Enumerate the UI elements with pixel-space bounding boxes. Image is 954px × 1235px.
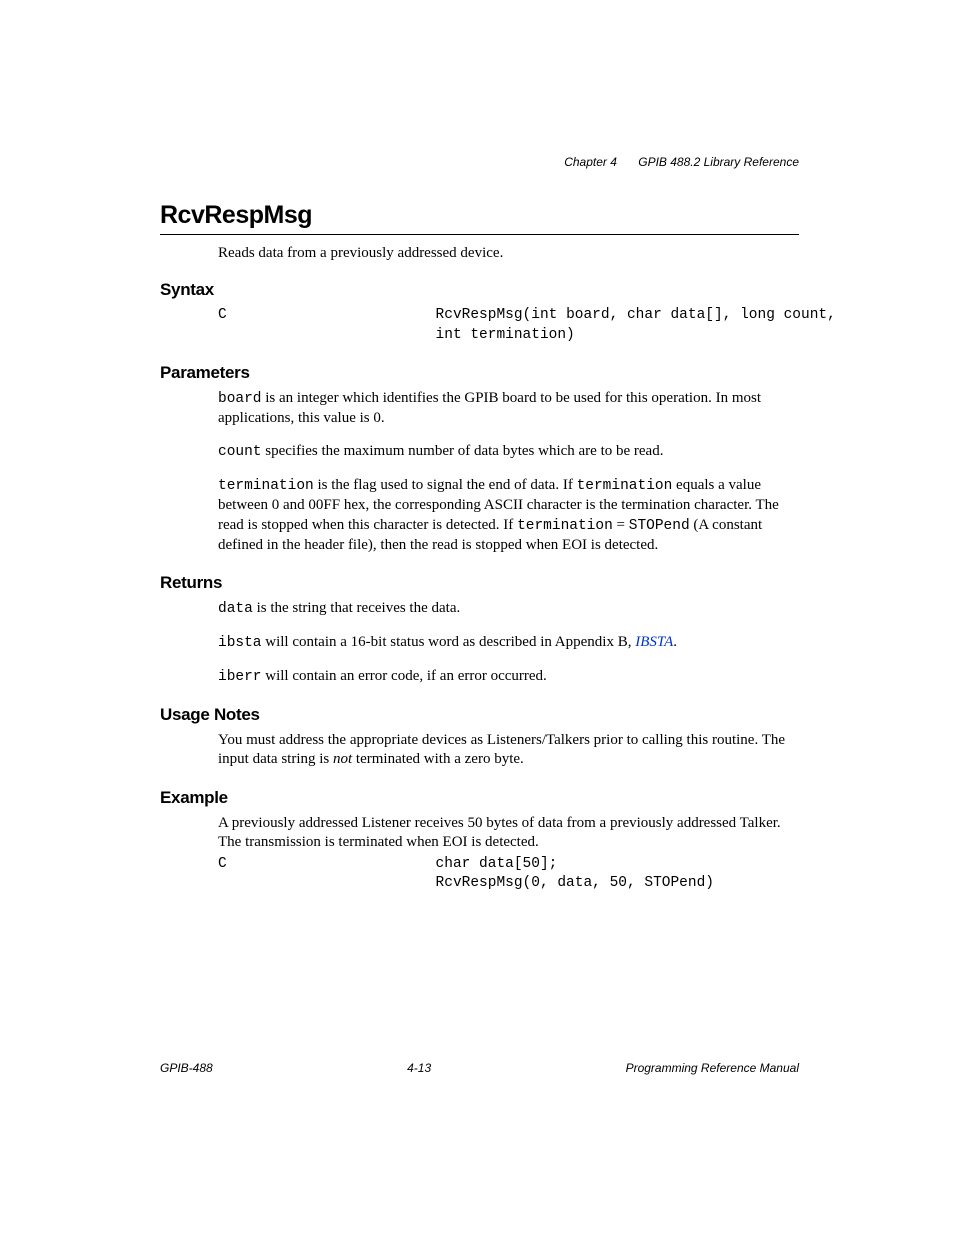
param-count-text: specifies the maximum number of data byt…: [262, 443, 664, 459]
param-term-code3: termination: [517, 518, 613, 534]
parameters-body: board is an integer which identifies the…: [218, 389, 799, 555]
param-board-text: is an integer which identifies the GPIB …: [218, 390, 761, 426]
page-header: Chapter 4 GPIB 488.2 Library Reference: [160, 155, 799, 169]
param-term-code1: termination: [218, 478, 314, 494]
syntax-heading: Syntax: [160, 280, 799, 300]
param-term-code4: STOPend: [629, 518, 690, 534]
footer-right: Programming Reference Manual: [626, 1061, 799, 1075]
example-block: C char data[50]; RcvRespMsg(0, data, 50,…: [218, 855, 799, 894]
param-term-code2: termination: [577, 478, 673, 494]
return-iberr: iberr will contain an error code, if an …: [218, 667, 799, 687]
return-data: data is the string that receives the dat…: [218, 599, 799, 619]
return-ibsta-code: ibsta: [218, 635, 262, 651]
syntax-code: RcvRespMsg(int board, char data[], long …: [218, 307, 836, 343]
parameters-heading: Parameters: [160, 363, 799, 383]
example-desc: A previously addressed Listener receives…: [218, 814, 799, 853]
header-chapter: Chapter 4: [564, 155, 617, 169]
footer-center: 4-13: [407, 1061, 431, 1075]
param-count-code: count: [218, 444, 262, 460]
header-section: GPIB 488.2 Library Reference: [638, 155, 799, 169]
example-body: A previously addressed Listener receives…: [218, 814, 799, 853]
page-footer: GPIB-488 4-13 Programming Reference Manu…: [160, 1061, 799, 1075]
return-data-code: data: [218, 601, 253, 617]
returns-heading: Returns: [160, 573, 799, 593]
ibsta-link[interactable]: IBSTA: [635, 634, 673, 650]
usage-ital: not: [333, 751, 352, 767]
param-board-code: board: [218, 391, 262, 407]
footer-left: GPIB-488: [160, 1061, 213, 1075]
return-ibsta: ibsta will contain a 16-bit status word …: [218, 633, 799, 653]
syntax-lang: C: [218, 307, 227, 323]
param-count: count specifies the maximum number of da…: [218, 442, 799, 462]
usage-heading: Usage Notes: [160, 705, 799, 725]
example-code: char data[50]; RcvRespMsg(0, data, 50, S…: [218, 856, 714, 892]
param-board: board is an integer which identifies the…: [218, 389, 799, 428]
usage-text: You must address the appropriate devices…: [218, 731, 799, 770]
returns-body: data is the string that receives the dat…: [218, 599, 799, 687]
page-title: RcvRespMsg: [160, 201, 799, 230]
title-rule: [160, 234, 799, 235]
example-lang: C: [218, 856, 227, 872]
intro-text: Reads data from a previously addressed d…: [218, 245, 799, 262]
param-termination: termination is the flag used to signal t…: [218, 476, 799, 555]
syntax-block: C RcvRespMsg(int board, char data[], lon…: [218, 306, 799, 345]
usage-body: You must address the appropriate devices…: [218, 731, 799, 770]
return-iberr-code: iberr: [218, 669, 262, 685]
example-heading: Example: [160, 788, 799, 808]
